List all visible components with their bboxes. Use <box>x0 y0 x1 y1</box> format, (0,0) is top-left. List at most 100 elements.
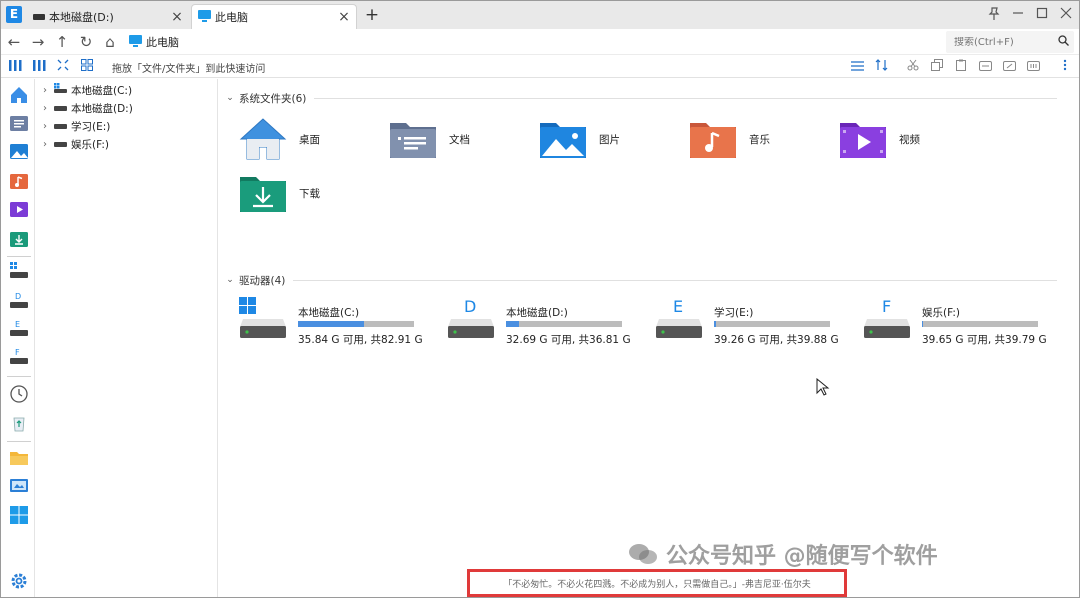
chevron-down-icon[interactable]: ⌄ <box>221 275 239 285</box>
tab-label: 此电脑 <box>215 11 248 24</box>
copy-icon[interactable] <box>929 59 945 75</box>
address-bar[interactable]: 此电脑 <box>129 33 179 51</box>
chevron-right-icon[interactable]: › <box>38 139 52 150</box>
paste-icon[interactable] <box>953 59 969 75</box>
control-panel-icon[interactable] <box>9 476 29 496</box>
share-icon[interactable] <box>1001 59 1017 75</box>
tree-item-drive-d[interactable]: › 本地磁盘(D:) <box>36 99 133 117</box>
folder-videos[interactable]: 视频 <box>839 117 979 161</box>
chevron-down-icon[interactable]: ⌄ <box>221 93 239 103</box>
videos-icon[interactable] <box>9 199 29 219</box>
drive-e-icon[interactable]: E <box>9 319 29 339</box>
downloads-icon <box>240 177 286 212</box>
windows-drive-icon <box>54 83 67 97</box>
wechat-icon <box>629 544 657 564</box>
tree-item-drive-f[interactable]: › 娱乐(F:) <box>36 135 109 153</box>
drive-e-icon: E <box>656 297 702 338</box>
tab-this-pc[interactable]: 此电脑 × <box>191 4 357 29</box>
maximize-icon[interactable] <box>1033 7 1051 23</box>
drive-free-space: 39.65 G 可用, 共39.79 G <box>922 334 1047 346</box>
search-icon[interactable] <box>1058 35 1069 49</box>
drive-f-icon: F <box>864 297 910 338</box>
svg-text:F: F <box>882 297 891 316</box>
split-view-icon[interactable] <box>31 59 47 75</box>
windows-icon[interactable] <box>9 505 29 525</box>
divider <box>314 97 1057 99</box>
tab-local-disk-d[interactable]: 本地磁盘(D:) × <box>27 4 189 29</box>
drive-card-d[interactable]: D 本地磁盘(D:) 32.69 G 可用, 共36.81 G <box>447 297 637 349</box>
drive-card-c[interactable]: 本地磁盘(C:) 35.84 G 可用, 共82.91 G <box>239 297 429 349</box>
refresh-icon[interactable]: ↻ <box>77 33 95 51</box>
documents-icon <box>390 123 436 158</box>
home-icon[interactable] <box>9 85 29 105</box>
settings-gear-icon[interactable] <box>9 571 29 591</box>
drive-c-icon[interactable] <box>9 261 29 281</box>
chevron-right-icon[interactable]: › <box>38 103 52 114</box>
drive-free-space: 35.84 G 可用, 共82.91 G <box>298 334 423 346</box>
divider <box>293 279 1057 281</box>
close-tab-icon[interactable]: × <box>336 9 352 25</box>
toolbar: 拖放「文件/文件夹」到此快速访问 <box>1 56 1079 78</box>
clock-icon[interactable] <box>9 384 29 404</box>
home-icon[interactable]: ⌂ <box>101 33 119 51</box>
music-icon[interactable] <box>9 171 29 191</box>
windows-drive-icon <box>239 297 286 338</box>
drive-usage-bar <box>506 321 622 327</box>
desktop-home-icon <box>239 118 287 160</box>
app-logo-icon: E <box>6 6 22 23</box>
rename-icon[interactable] <box>977 59 993 75</box>
svg-text:E: E <box>673 297 683 316</box>
folder-label: 下载 <box>299 187 320 200</box>
cut-icon[interactable] <box>905 59 921 75</box>
drive-usage-fill <box>714 321 716 327</box>
documents-icon[interactable] <box>9 113 29 133</box>
grid-view-icon[interactable] <box>79 59 95 75</box>
list-view-icon[interactable] <box>849 59 865 75</box>
drive-f-icon[interactable]: F <box>9 347 29 367</box>
tree-item-drive-e[interactable]: › 学习(E:) <box>36 117 110 135</box>
pictures-icon[interactable] <box>9 141 29 161</box>
minimize-icon[interactable] <box>1009 7 1027 23</box>
chevron-right-icon[interactable]: › <box>38 85 52 96</box>
drive-card-e[interactable]: E 学习(E:) 39.26 G 可用, 共39.88 G <box>655 297 845 349</box>
videos-icon <box>840 123 886 158</box>
drive-icon <box>54 101 67 115</box>
tab-label: 本地磁盘(D:) <box>49 10 114 24</box>
folder-documents[interactable]: 文档 <box>389 117 529 161</box>
quick-access-strip: D E F <box>1 79 35 597</box>
collapse-icon[interactable] <box>55 59 71 75</box>
folder-pictures[interactable]: 图片 <box>539 117 679 161</box>
pin-icon[interactable] <box>985 7 1003 23</box>
drive-card-f[interactable]: F 娱乐(F:) 39.65 G 可用, 共39.79 G <box>863 297 1053 349</box>
up-arrow-icon[interactable]: ↑ <box>53 33 71 51</box>
downloads-icon[interactable] <box>9 229 29 249</box>
quick-access-drop-hint[interactable]: 拖放「文件/文件夹」到此快速访问 <box>112 60 265 75</box>
folder-tree: › 本地磁盘(C:) › 本地磁盘(D:) › 学习(E:) › 娱乐(F:) <box>36 79 218 597</box>
properties-icon[interactable] <box>1025 59 1041 75</box>
folder-downloads[interactable]: 下载 <box>239 171 379 215</box>
tree-item-drive-c[interactable]: › 本地磁盘(C:) <box>36 81 132 99</box>
drive-d-icon[interactable]: D <box>9 291 29 311</box>
more-options-icon[interactable] <box>1057 59 1073 75</box>
close-window-icon[interactable] <box>1057 7 1075 23</box>
new-tab-button[interactable]: + <box>363 5 381 25</box>
close-tab-icon[interactable]: × <box>169 9 185 25</box>
folder-desktop[interactable]: 桌面 <box>239 117 379 161</box>
folder-label: 文档 <box>449 133 470 146</box>
chevron-right-icon[interactable]: › <box>38 121 52 132</box>
breadcrumb[interactable]: 此电脑 <box>146 34 179 50</box>
back-arrow-icon[interactable]: ← <box>5 33 23 51</box>
folder-icon[interactable] <box>9 447 29 467</box>
group-header-drives[interactable]: ⌄ 驱动器(4) <box>221 271 1057 289</box>
search-box[interactable] <box>946 31 1074 53</box>
svg-text:E: E <box>15 320 20 329</box>
folder-music[interactable]: 音乐 <box>689 117 829 161</box>
status-quote: 「不必匆忙。不必火花四溅。不必成为别人，只需做自己。」-弗吉尼亚·伍尔夫 <box>467 569 847 597</box>
search-input[interactable] <box>954 36 1054 48</box>
sort-icon[interactable] <box>873 59 889 75</box>
forward-arrow-icon[interactable]: → <box>29 33 47 51</box>
group-header-system-folders[interactable]: ⌄ 系统文件夹(6) <box>221 89 1057 107</box>
recycle-bin-icon[interactable] <box>9 413 29 433</box>
columns-view-icon[interactable] <box>7 59 23 75</box>
drive-usage-bar <box>714 321 830 327</box>
